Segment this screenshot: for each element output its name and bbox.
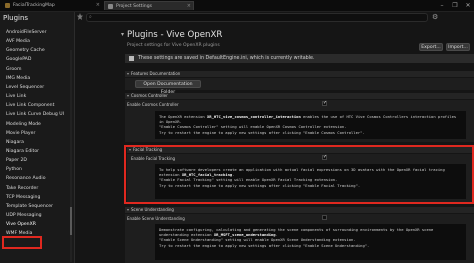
sidebar-item[interactable]: Vive OpenXR [6, 221, 68, 228]
sidebar-item[interactable]: AndroidFileServer [6, 29, 68, 36]
import-button[interactable]: Import... [446, 43, 470, 51]
sidebar-item[interactable]: Niagara Editor [6, 148, 68, 155]
gear-icon[interactable]: ⚙ [432, 13, 438, 21]
minimize-button[interactable]: – [436, 0, 448, 11]
chevron-down-icon: ▾ [127, 207, 130, 212]
sidebar-item[interactable]: Paper 2D [6, 157, 68, 164]
section-scene-understanding[interactable]: ▾ Scene Understanding [125, 207, 474, 213]
star-icon[interactable] [77, 13, 83, 20]
sidebar-item[interactable]: UDP Messaging [6, 212, 68, 219]
sidebar-item[interactable]: Live Link Component [6, 102, 68, 109]
sidebar-item[interactable]: Live Link [6, 93, 68, 100]
title-bar: FacialTrackingMap × Project Settings × –… [0, 0, 474, 12]
search-input[interactable]: ⌕ [86, 13, 428, 22]
sidebar-item[interactable]: GooglePAD [6, 56, 68, 63]
section-facial-tracking[interactable]: ▾ Facial Tracking [127, 147, 472, 153]
settings-main: ⌕ ⚙ ▾ Plugins - Vive OpenXR Project sett… [75, 12, 474, 263]
sidebar-item[interactable]: Movie Player [6, 130, 68, 137]
facial-row-label: Enable Facial Tracking [131, 156, 176, 161]
sidebar-item[interactable]: Live Link Curve Debug UI [6, 111, 68, 118]
chevron-down-icon: ▾ [127, 71, 130, 76]
sidebar-item[interactable]: AVF Media [6, 38, 68, 45]
settings-sidebar: Plugins AndroidFileServer AVF Media Geomet… [0, 12, 75, 263]
selection-highlight-box [2, 236, 42, 249]
page-subtitle: Project settings for Vive OpenXR plugins [127, 43, 220, 48]
scene-description: Demonstrate configuring, calculating and… [155, 224, 466, 260]
enable-cosmos-controller-checkbox[interactable] [322, 100, 327, 106]
close-icon[interactable]: × [187, 3, 191, 9]
enable-scene-understanding-checkbox[interactable] [322, 215, 327, 220]
facial-description: To help software developers create an ap… [155, 164, 466, 199]
sidebar-item[interactable]: Groom [6, 66, 68, 73]
sidebar-item[interactable]: Take Recorder [6, 185, 68, 192]
sidebar-item[interactable]: Template Sequencer [6, 203, 68, 210]
sidebar-item[interactable]: IMG Media [6, 75, 68, 82]
scene-row-label: Enable Scene Understanding [127, 216, 185, 221]
sidebar-item[interactable]: Niagara [6, 139, 68, 146]
sidebar-item[interactable]: Resonance Audio [6, 175, 68, 182]
info-bar: These settings are saved in DefaultEngin… [125, 54, 474, 63]
page-title: Plugins - Vive OpenXR [127, 30, 223, 40]
tab-label: Project Settings [116, 3, 153, 9]
search-icon: ⌕ [89, 14, 92, 20]
chevron-down-icon: ▾ [129, 147, 132, 152]
sidebar-item[interactable]: Geometry Cache [6, 47, 68, 54]
cosmos-description: The OpenXR extension XR_HTC_vive_cosmos_… [155, 111, 466, 139]
sidebar-item[interactable]: Modeling Mode [6, 121, 68, 128]
tab-facial-tracking-map[interactable]: FacialTrackingMap × [2, 1, 102, 10]
toolbar: ⌕ ⚙ [75, 12, 474, 22]
info-icon [129, 56, 134, 61]
sidebar-item[interactable]: TCP Messaging [6, 194, 68, 201]
settings-icon [108, 3, 113, 9]
sidebar-header: Plugins [3, 14, 29, 22]
chevron-down-icon: ▾ [127, 93, 130, 98]
scrollbar-thumb[interactable] [70, 207, 72, 235]
close-window-button[interactable]: ✕ [462, 0, 474, 11]
section-features-documentation[interactable]: ▾ Features Documentation [125, 71, 474, 77]
section-cosmos-controller[interactable]: ▾ Cosmos Controller [125, 93, 474, 99]
cosmos-row-label: Enable Cosmos Controller [127, 102, 179, 107]
tab-project-settings[interactable]: Project Settings × [104, 1, 194, 10]
open-documentation-folder-button[interactable]: Open Documentation Folder [135, 80, 201, 95]
collapse-arrow-icon[interactable]: ▾ [121, 31, 124, 38]
enable-facial-tracking-checkbox[interactable] [322, 154, 327, 160]
sidebar-item[interactable]: Python [6, 166, 68, 173]
close-icon[interactable]: × [96, 2, 100, 8]
tab-label: FacialTrackingMap [13, 3, 55, 8]
maximize-button[interactable]: ❐ [449, 0, 461, 11]
map-icon [5, 3, 10, 8]
sidebar-item[interactable]: Level Sequencer [6, 84, 68, 91]
info-text: These settings are saved in DefaultEngin… [138, 56, 315, 61]
export-button[interactable]: Export... [419, 43, 443, 51]
